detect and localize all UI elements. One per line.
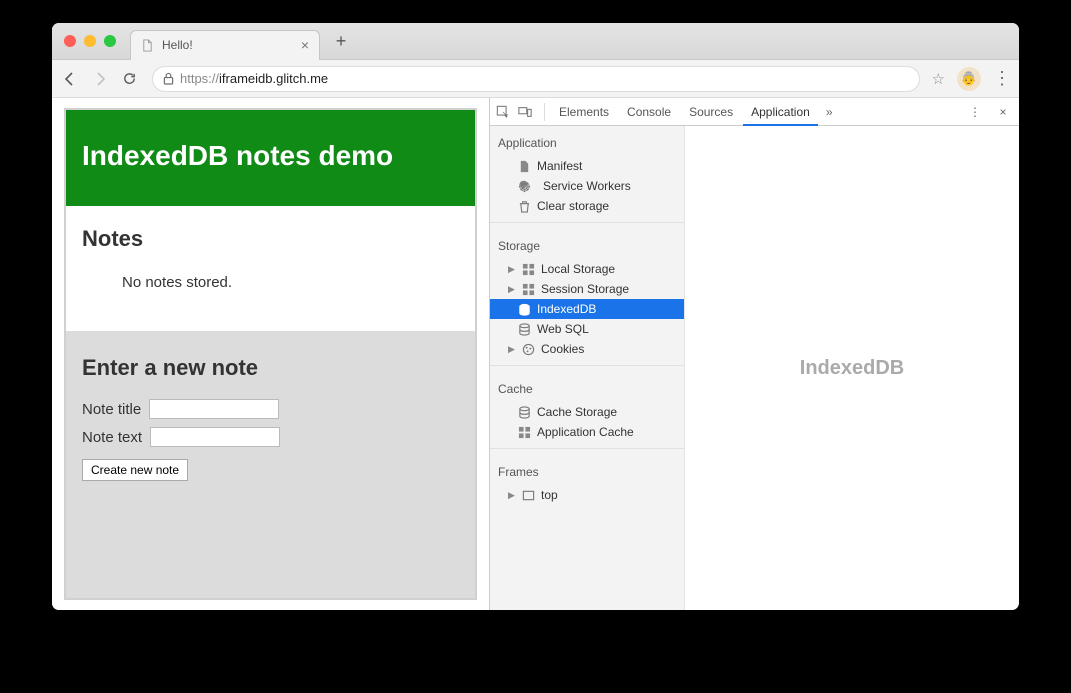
group-storage-title: Storage — [490, 229, 684, 259]
sidebar-item-cache-storage[interactable]: Cache Storage — [490, 402, 684, 422]
group-application-title: Application — [490, 126, 684, 156]
sidebar-item-cookies[interactable]: ▶ Cookies — [490, 339, 684, 359]
frame-icon — [522, 489, 535, 502]
tab-console[interactable]: Console — [619, 98, 679, 126]
application-sidebar: Application Manifest Servi — [490, 126, 685, 610]
tab-elements[interactable]: Elements — [551, 98, 617, 126]
sidebar-item-label: Cookies — [541, 342, 584, 356]
bookmark-star-icon[interactable]: ☆ — [932, 70, 945, 88]
device-toolbar-icon[interactable] — [518, 105, 538, 119]
sidebar-item-service-workers[interactable]: Service Workers — [490, 176, 684, 196]
app-title: IndexedDB notes demo — [82, 140, 459, 172]
form-heading: Enter a new note — [82, 355, 459, 381]
cookie-icon — [522, 343, 535, 356]
profile-avatar[interactable]: 👵 — [957, 67, 981, 91]
nav-back-button[interactable] — [62, 71, 80, 87]
close-window-button[interactable] — [64, 35, 76, 47]
close-tab-icon[interactable]: × — [301, 37, 309, 53]
sidebar-item-clear-storage[interactable]: Clear storage — [490, 196, 684, 216]
app-header: IndexedDB notes demo — [66, 110, 475, 206]
grid-icon — [522, 263, 535, 276]
browser-tab-title: Hello! — [162, 38, 301, 52]
tab-sources[interactable]: Sources — [681, 98, 741, 126]
sidebar-item-label: IndexedDB — [537, 302, 596, 316]
grid-icon — [522, 283, 535, 296]
database-icon — [518, 303, 531, 316]
devtools-close-icon[interactable]: × — [993, 105, 1013, 119]
address-bar[interactable]: https://iframeidb.glitch.me — [152, 66, 920, 92]
browser-menu-icon[interactable]: ⋮ — [993, 68, 1009, 89]
database-icon — [518, 406, 531, 419]
new-tab-button[interactable]: + — [328, 31, 354, 52]
devtools-main-pane: IndexedDB — [685, 126, 1019, 610]
lock-icon — [163, 72, 174, 85]
gear-icon — [518, 180, 531, 193]
trash-icon — [518, 200, 531, 213]
tabs-overflow-icon[interactable]: » — [820, 105, 839, 119]
group-cache-title: Cache — [490, 372, 684, 402]
sidebar-item-label: Application Cache — [537, 425, 634, 439]
browser-tab[interactable]: Hello! × — [130, 30, 320, 60]
app-card: IndexedDB notes demo Notes No notes stor… — [64, 108, 477, 600]
chevron-right-icon: ▶ — [508, 344, 516, 355]
nav-forward-button[interactable] — [92, 71, 110, 87]
sidebar-item-label: Web SQL — [537, 322, 589, 336]
sidebar-item-label: Cache Storage — [537, 405, 617, 419]
sidebar-item-session-storage[interactable]: ▶ Session Storage — [490, 279, 684, 299]
chevron-right-icon: ▶ — [508, 490, 516, 501]
grid-icon — [518, 426, 531, 439]
reload-button[interactable] — [122, 71, 140, 86]
devtools-body: Application Manifest Servi — [490, 126, 1019, 610]
notes-empty-message: No notes stored. — [82, 268, 459, 301]
notes-section: Notes No notes stored. — [66, 206, 475, 331]
sidebar-item-label: Clear storage — [537, 199, 609, 213]
sidebar-item-label: Manifest — [537, 159, 582, 173]
devtools-menu-icon[interactable]: ⋮ — [965, 105, 985, 119]
sidebar-item-indexeddb[interactable]: IndexedDB — [490, 299, 684, 319]
note-text-input[interactable] — [150, 427, 280, 447]
browser-toolbar: https://iframeidb.glitch.me ☆ 👵 ⋮ — [52, 60, 1019, 98]
rendered-page: IndexedDB notes demo Notes No notes stor… — [52, 98, 489, 610]
new-note-form: Enter a new note Note title Note text Cr… — [66, 331, 475, 598]
devtools-panel: Elements Console Sources Application » ⋮… — [489, 98, 1019, 610]
note-title-input[interactable] — [149, 399, 279, 419]
inspect-element-icon[interactable] — [496, 105, 516, 119]
sidebar-item-label: Session Storage — [541, 282, 629, 296]
url-host: iframeidb.glitch.me — [219, 71, 328, 86]
sidebar-item-label: top — [541, 488, 558, 502]
sidebar-item-application-cache[interactable]: Application Cache — [490, 422, 684, 442]
sidebar-item-local-storage[interactable]: ▶ Local Storage — [490, 259, 684, 279]
main-placeholder-text: IndexedDB — [800, 357, 904, 380]
devtools-tabbar: Elements Console Sources Application » ⋮… — [490, 98, 1019, 126]
minimize-window-button[interactable] — [84, 35, 96, 47]
chevron-right-icon: ▶ — [508, 284, 516, 295]
notes-heading: Notes — [82, 226, 459, 252]
content-area: IndexedDB notes demo Notes No notes stor… — [52, 98, 1019, 610]
browser-tabbar: Hello! × + — [52, 23, 1019, 60]
sidebar-item-label: Service Workers — [543, 179, 631, 193]
chevron-right-icon: ▶ — [508, 264, 516, 275]
note-text-label: Note text — [82, 429, 142, 446]
file-icon — [141, 39, 154, 52]
url-protocol: https:// — [180, 71, 219, 86]
create-note-button[interactable]: Create new note — [82, 459, 188, 481]
sidebar-item-frame-top[interactable]: ▶ top — [490, 485, 684, 505]
group-frames-title: Frames — [490, 455, 684, 485]
database-icon — [518, 323, 531, 336]
browser-window: Hello! × + https://iframeidb.glitch.me ☆… — [52, 23, 1019, 610]
note-title-label: Note title — [82, 401, 141, 418]
sidebar-item-label: Local Storage — [541, 262, 615, 276]
window-controls — [64, 35, 116, 47]
sidebar-item-manifest[interactable]: Manifest — [490, 156, 684, 176]
tab-application[interactable]: Application — [743, 98, 818, 126]
sidebar-item-websql[interactable]: Web SQL — [490, 319, 684, 339]
maximize-window-button[interactable] — [104, 35, 116, 47]
